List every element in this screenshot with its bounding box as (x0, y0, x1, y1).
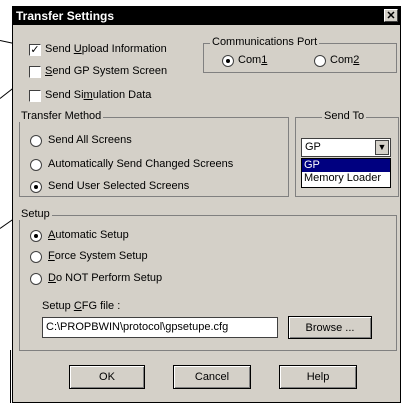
send-simulation-data-label: Send Simulation Data (45, 89, 152, 101)
help-button[interactable]: Help (279, 365, 357, 389)
force-system-setup-radio[interactable] (30, 251, 42, 263)
force-system-setup-label: Force System Setup (48, 250, 148, 262)
com1-radio[interactable] (222, 55, 234, 67)
transfer-settings-dialog: Transfer Settings ✕ ✓ Send Upload Inform… (12, 6, 401, 403)
communications-port-group: Communications Port Com1 Com2 (203, 36, 397, 73)
transfer-method-group: Transfer Method Send All Screens Automat… (19, 110, 289, 197)
send-gp-system-screen-label: Send GP System Screen (45, 65, 168, 77)
setup-cfg-file-label: Setup CFG file : (42, 300, 121, 312)
title-bar: Transfer Settings ✕ (13, 7, 400, 25)
send-simulation-data-checkbox[interactable] (29, 90, 41, 102)
auto-send-changed-radio[interactable] (30, 159, 42, 171)
send-all-screens-radio[interactable] (30, 135, 42, 147)
com1-label: Com1 (238, 54, 268, 66)
chevron-down-icon[interactable]: ▼ (375, 140, 389, 155)
setup-legend: Setup (19, 208, 52, 220)
send-to-group: Send To GP ▼ GP Memory Loader (295, 110, 399, 197)
send-to-value: GP (305, 141, 321, 153)
send-gp-system-screen-checkbox[interactable] (29, 66, 41, 78)
send-to-option-memory-loader[interactable]: Memory Loader (302, 172, 390, 185)
dialog-title: Transfer Settings (16, 9, 115, 23)
do-not-perform-setup-radio[interactable] (30, 273, 42, 285)
browse-button[interactable]: Browse ... (288, 316, 372, 339)
send-all-screens-label: Send All Screens (48, 134, 132, 146)
do-not-perform-setup-label: Do NOT Perform Setup (48, 272, 163, 284)
transfer-method-legend: Transfer Method (19, 110, 104, 122)
communications-port-legend: Communications Port (210, 36, 320, 48)
auto-send-changed-label: Automatically Send Changed Screens (48, 158, 234, 170)
com2-label: Com2 (330, 54, 360, 66)
setup-cfg-file-input[interactable]: C:\PROPBWIN\protocol\gpsetupe.cfg (42, 317, 278, 338)
send-to-dropdown-list: GP Memory Loader (301, 158, 391, 188)
com2-radio[interactable] (314, 55, 326, 67)
setup-group: Setup Automatic Setup Force System Setup… (19, 208, 397, 351)
send-to-legend: Send To (322, 110, 367, 122)
automatic-setup-label: Automatic Setup (48, 229, 129, 241)
send-user-selected-label: Send User Selected Screens (48, 180, 190, 192)
close-button[interactable]: ✕ (384, 9, 398, 22)
ok-button[interactable]: OK (69, 365, 145, 389)
cancel-button[interactable]: Cancel (173, 365, 251, 389)
callout-line-vertical (10, 350, 11, 403)
send-to-select[interactable]: GP ▼ (301, 138, 391, 157)
send-user-selected-radio[interactable] (30, 181, 42, 193)
send-to-option-gp[interactable]: GP (302, 159, 390, 172)
automatic-setup-radio[interactable] (30, 230, 42, 242)
send-upload-info-checkbox[interactable]: ✓ (29, 44, 41, 56)
send-upload-info-label: Send Upload Information (45, 43, 167, 55)
